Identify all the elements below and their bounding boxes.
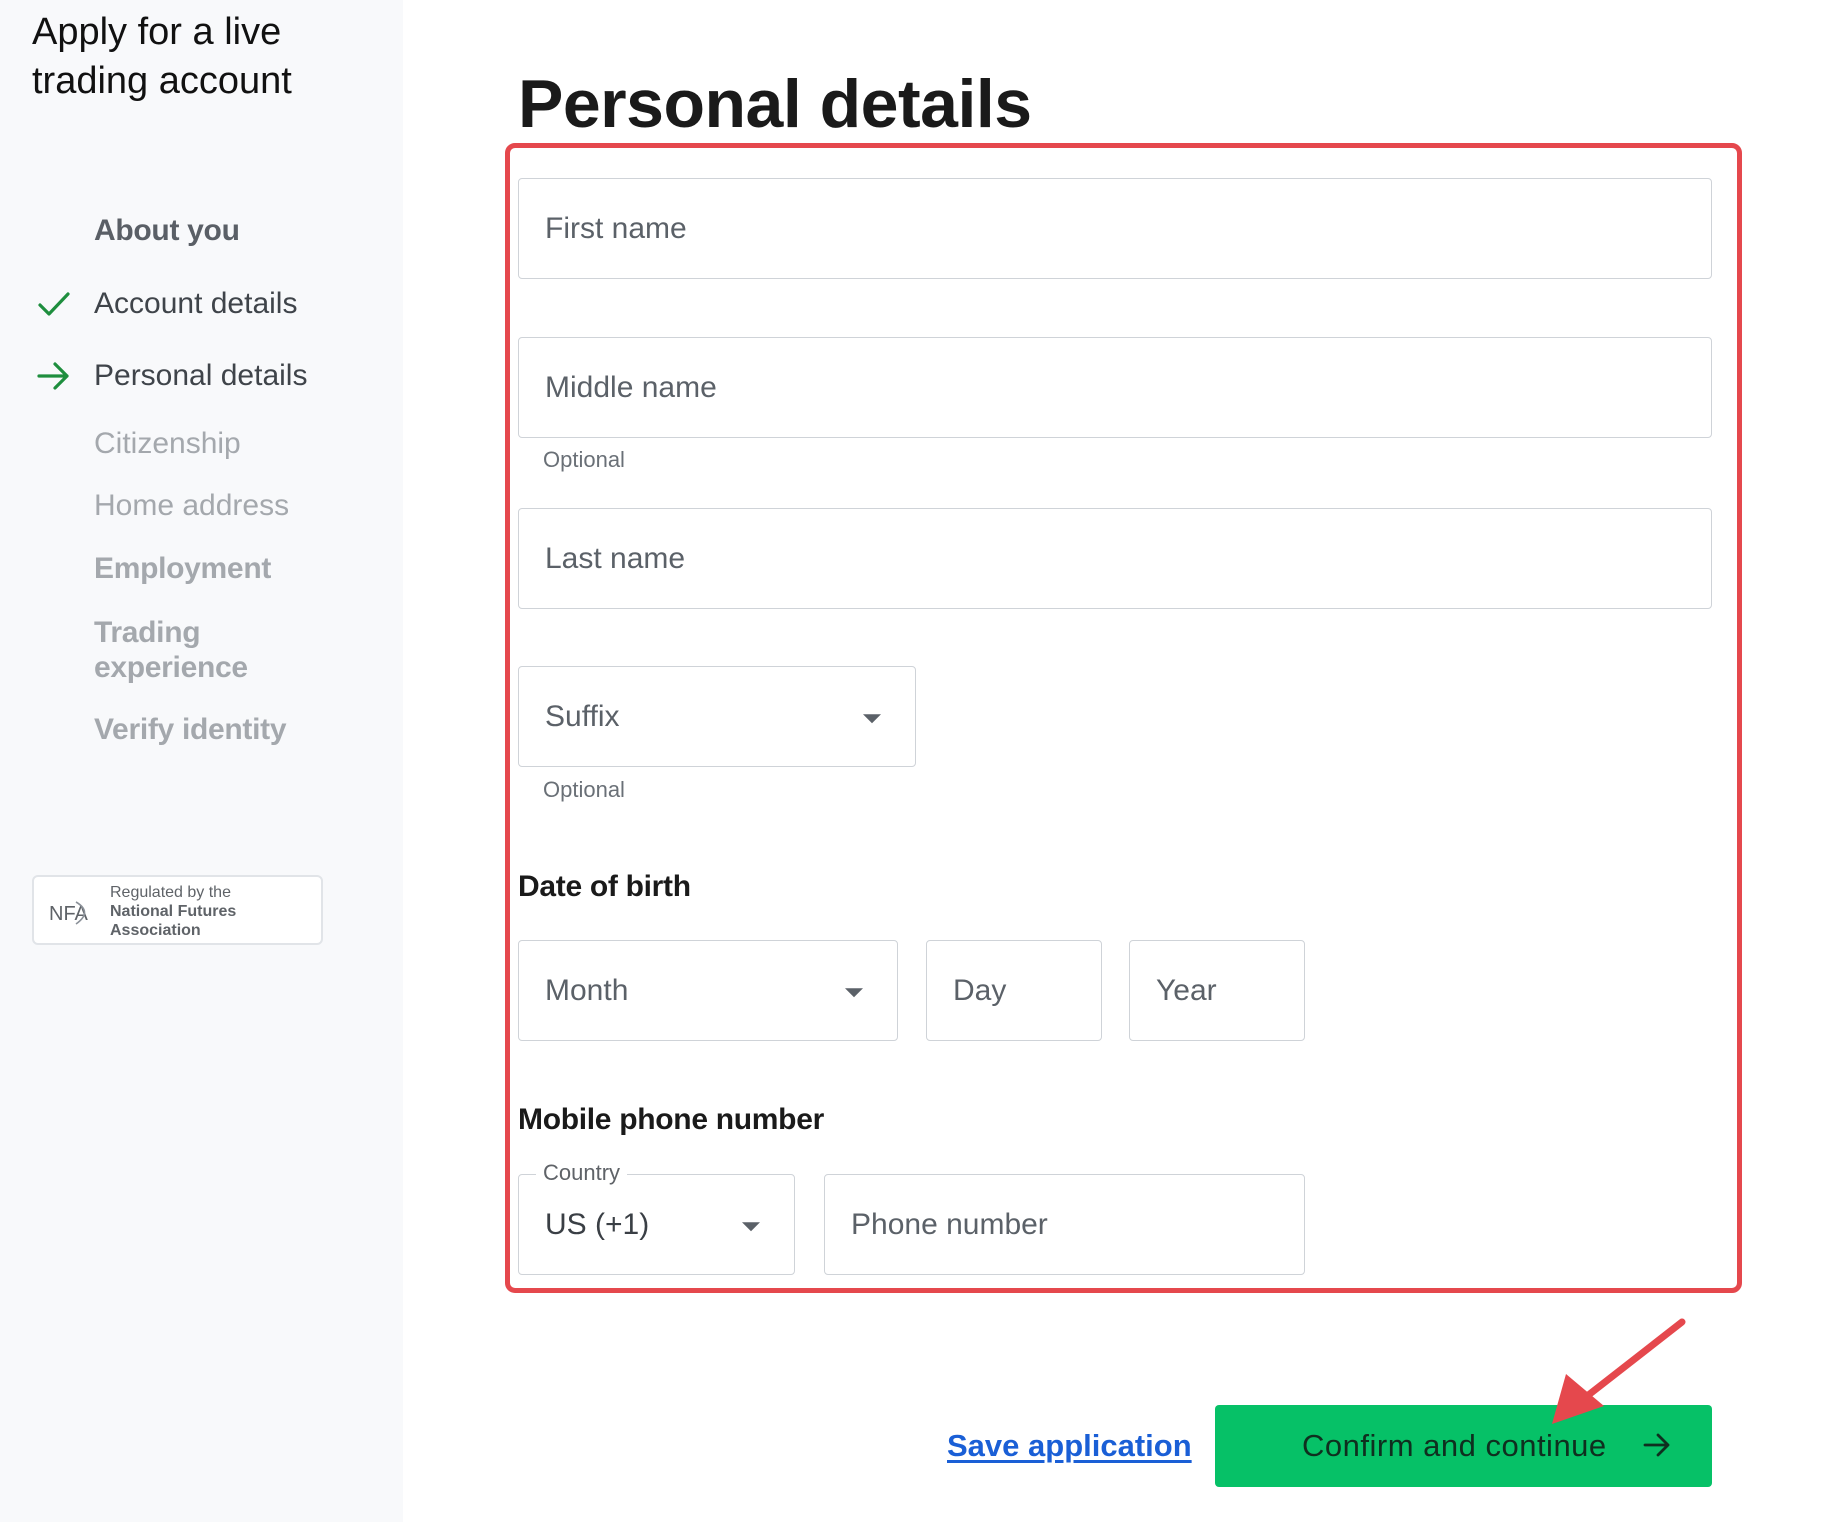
last-name-field[interactable]: Last name — [518, 508, 1712, 609]
country-label: Country — [536, 1160, 628, 1186]
arrow-right-icon — [1643, 1433, 1670, 1457]
confirm-button-label: Confirm and continue — [1302, 1428, 1607, 1463]
sidebar-item-trading-experience: Trading experience — [94, 616, 248, 684]
first-name-placeholder: First name — [545, 211, 687, 245]
sidebar-item-personal-details[interactable]: Personal details — [94, 358, 374, 393]
chevron-down-icon — [863, 713, 881, 723]
check-icon — [38, 292, 70, 316]
suffix-helper: Optional — [543, 777, 625, 802]
save-application-link[interactable]: Save application — [947, 1428, 1192, 1464]
last-name-placeholder: Last name — [545, 541, 686, 575]
country-code-select[interactable]: Country US (+1) — [518, 1160, 795, 1275]
dob-day-placeholder: Day — [953, 973, 1007, 1007]
phone-number-input[interactable]: Phone number — [824, 1174, 1305, 1275]
chevron-down-icon — [845, 987, 863, 997]
dob-month-placeholder: Month — [545, 973, 629, 1007]
dob-year-input[interactable]: Year — [1129, 940, 1305, 1041]
nfa-line-1: Regulated by the — [110, 884, 231, 901]
confirm-and-continue-button[interactable]: Confirm and continue — [1215, 1405, 1712, 1487]
phone-label: Mobile phone number — [518, 1103, 824, 1136]
sidebar: Apply for a live trading account About y… — [0, 0, 403, 1522]
sidebar-item-account-details[interactable]: Account details — [94, 286, 374, 321]
dob-label: Date of birth — [518, 870, 691, 903]
sidebar-item-home-address: Home address — [94, 489, 290, 522]
phone-number-placeholder: Phone number — [851, 1207, 1048, 1241]
country-code-value: US (+1) — [545, 1207, 650, 1241]
suffix-placeholder: Suffix — [545, 699, 620, 733]
app-title: Apply for a live trading account — [32, 11, 292, 102]
nfa-line-3: Association — [110, 922, 201, 939]
middle-name-placeholder: Middle name — [545, 370, 717, 404]
dob-year-placeholder: Year — [1156, 973, 1217, 1007]
nfa-text: Regulated by the National Futures Associ… — [110, 883, 236, 940]
sidebar-item-employment: Employment — [94, 552, 272, 585]
nfa-line-2: National Futures — [110, 903, 237, 920]
nfa-logo-icon: NFA — [49, 901, 89, 925]
middle-name-helper: Optional — [543, 447, 625, 472]
middle-name-field[interactable]: Middle name — [518, 337, 1712, 438]
page-title: Personal details — [518, 66, 1032, 142]
sidebar-item-citizenship: Citizenship — [94, 427, 241, 460]
chevron-down-icon — [742, 1221, 760, 1231]
nfa-badge: NFA Regulated by the National Futures As… — [32, 875, 323, 945]
suffix-select[interactable]: Suffix — [518, 666, 916, 767]
dob-month-select[interactable]: Month — [518, 940, 898, 1041]
sidebar-item-verify-identity: Verify identity — [94, 713, 287, 746]
dob-day-input[interactable]: Day — [926, 940, 1102, 1041]
arrow-right-icon — [37, 362, 69, 390]
first-name-field[interactable]: First name — [518, 178, 1712, 279]
nav-section-heading: About you — [94, 214, 240, 247]
